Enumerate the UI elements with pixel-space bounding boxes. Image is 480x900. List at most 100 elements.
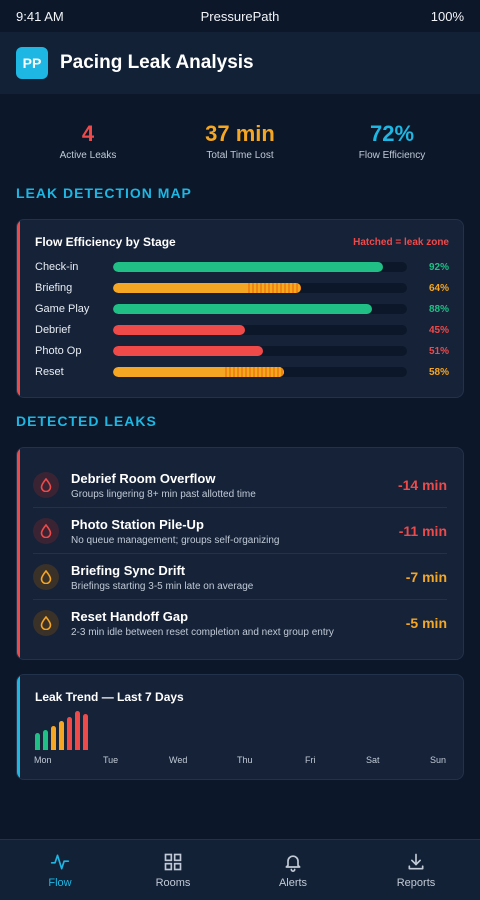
trend-day-label: Fri: [305, 755, 316, 765]
grid-icon: [164, 853, 182, 871]
stage-bar-track: [113, 304, 407, 314]
stage-percent: 92%: [428, 261, 449, 273]
leak-title: Photo Station Pile-Up: [71, 516, 204, 532]
leak-item[interactable]: Reset Handoff Gap 2-3 min idle between re…: [33, 600, 447, 646]
droplet-icon: [33, 564, 59, 590]
trend-bar: [35, 733, 40, 750]
leak-subtitle: 2-3 min idle between reset completion an…: [71, 626, 334, 638]
app-header: PP Pacing Leak Analysis: [0, 32, 480, 94]
stage-bar-track: [113, 346, 407, 356]
stage-name: Check-in: [35, 261, 79, 273]
stats-row: 4 Active Leaks 37 min Total Time Lost 72…: [0, 120, 480, 164]
stage-bar-fill: [113, 304, 372, 314]
stage-name: Photo Op: [35, 345, 82, 357]
leak-map-card: Flow Efficiency by Stage Hatched = leak …: [16, 219, 464, 398]
stage-bar-track: [113, 367, 407, 377]
trend-bar: [43, 730, 48, 750]
stage-name: Game Play: [35, 303, 90, 315]
stage-row: Briefing 64%: [35, 280, 449, 296]
stage-leak-zone: [248, 283, 302, 293]
trend-bar: [83, 714, 88, 750]
leak-text: Briefing Sync Drift Briefings starting 3-…: [71, 563, 253, 592]
stage-bar-fill: [113, 262, 384, 272]
leak-time-lost: -14 min: [397, 477, 447, 493]
stat-active-leaks: 4 Active Leaks: [18, 120, 158, 161]
leak-item[interactable]: Photo Station Pile-Up No queue management…: [33, 508, 447, 554]
section-title-leak-map: LEAK DETECTION MAP: [16, 185, 192, 201]
trend-day-label: Thu: [237, 755, 253, 765]
nav-item-alerts[interactable]: Alerts: [233, 840, 353, 900]
status-app-name: PressurePath: [200, 8, 280, 24]
stat-label: Flow Efficiency: [358, 150, 426, 161]
card-accent: [17, 675, 20, 779]
leak-item[interactable]: Debrief Room Overflow Groups lingering 8+…: [33, 462, 447, 508]
stage-row: Game Play 88%: [35, 301, 449, 317]
leak-map-header: Flow Efficiency by Stage Hatched = leak …: [35, 235, 449, 249]
stage-percent: 51%: [428, 345, 449, 357]
trend-day-label: Mon: [34, 755, 52, 765]
stage-row: Reset 58%: [35, 364, 449, 380]
nav-label: Reports: [396, 877, 436, 889]
nav-item-reports[interactable]: Reports: [356, 840, 476, 900]
stat-value: 4: [81, 121, 95, 146]
trend-bar: [59, 721, 64, 750]
page-title: Pacing Leak Analysis: [60, 52, 254, 73]
leak-time-lost: -11 min: [398, 523, 447, 539]
stage-percent: 88%: [428, 303, 449, 315]
stage-name: Reset: [35, 366, 64, 378]
stage-name: Briefing: [35, 282, 73, 294]
stage-leak-zone: [224, 367, 284, 377]
card-accent: [17, 220, 20, 397]
section-title-detected-leaks: DETECTED LEAKS: [16, 413, 157, 429]
stage-percent: 64%: [428, 282, 449, 294]
leak-trend-card: Leak Trend — Last 7 Days Mon Tue Wed Thu Fri…: [16, 674, 464, 780]
nav-item-flow[interactable]: Flow: [0, 840, 120, 900]
leak-title: Briefing Sync Drift: [71, 562, 186, 578]
stage-percent: 45%: [428, 324, 449, 336]
leak-time-lost: -7 min: [405, 569, 447, 585]
stage-bar-track: [113, 283, 407, 293]
droplet-icon: [33, 472, 59, 498]
stage-row: Check-in 92%: [35, 259, 449, 275]
stage-name: Debrief: [35, 324, 71, 336]
stage-bar-fill: [113, 346, 263, 356]
nav-item-rooms[interactable]: Rooms: [113, 840, 233, 900]
droplet-icon: [33, 610, 59, 636]
leak-text: Reset Handoff Gap 2-3 min idle between re…: [71, 609, 334, 638]
stat-label: Total Time Lost: [206, 150, 274, 161]
bottom-nav: Flow Rooms Alerts Reports: [0, 839, 480, 900]
stat-value: 37 min: [205, 121, 275, 146]
leak-subtitle: No queue management; groups self-organiz…: [71, 534, 280, 546]
detected-leaks-card: Debrief Room Overflow Groups lingering 8+…: [16, 447, 464, 660]
nav-label: Rooms: [155, 877, 191, 889]
trend-day-label: Tue: [103, 755, 119, 765]
trend-bar: [51, 726, 56, 750]
leak-text: Photo Station Pile-Up No queue management…: [71, 517, 279, 546]
status-bar: 9:41 AM PressurePath 100%: [0, 0, 480, 32]
stage-bar-fill: [113, 325, 246, 335]
leak-map-note: Hatched = leak zone: [353, 236, 449, 248]
trend-day-label: Sat: [366, 755, 380, 765]
status-battery: 100%: [430, 8, 464, 24]
stat-flow-efficiency: 72% Flow Efficiency: [322, 120, 462, 161]
activity-icon: [50, 854, 70, 870]
nav-label: Flow: [48, 877, 72, 889]
stage-bar-track: [113, 262, 407, 272]
leak-trend-title: Leak Trend — Last 7 Days: [35, 690, 184, 704]
trend-day-label: Sun: [430, 755, 447, 765]
stat-label: Active Leaks: [59, 150, 117, 161]
stage-row: Photo Op 51%: [35, 343, 449, 359]
nav-label: Alerts: [278, 877, 308, 889]
stage-bar-track: [113, 325, 407, 335]
bell-icon: [285, 855, 301, 872]
stat-value: 72%: [369, 121, 415, 146]
leak-title: Debrief Room Overflow: [71, 470, 216, 486]
download-icon: [408, 853, 424, 870]
leak-time-lost: -5 min: [405, 615, 447, 631]
stage-row: Debrief 45%: [35, 322, 449, 338]
droplet-icon: [33, 518, 59, 544]
leak-subtitle: Briefings starting 3-5 min late on avera…: [71, 580, 254, 592]
status-time: 9:41 AM: [16, 8, 64, 24]
leak-item[interactable]: Briefing Sync Drift Briefings starting 3-…: [33, 554, 447, 600]
stat-time-lost: 37 min Total Time Lost: [170, 120, 310, 161]
